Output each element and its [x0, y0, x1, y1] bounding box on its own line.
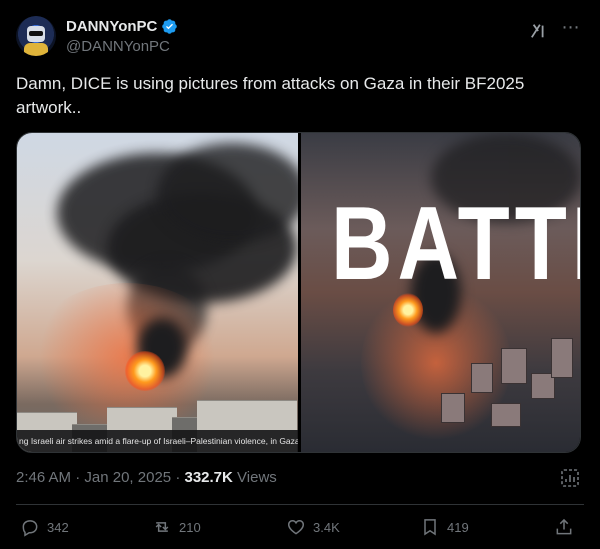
like-button[interactable]: 3.4K — [286, 517, 340, 537]
bookmark-icon — [424, 519, 436, 536]
like-count: 3.4K — [313, 519, 340, 535]
analytics-icon[interactable] — [560, 468, 580, 488]
tweet-meta: 2:46 AM · Jan 20, 2025 · 332.7K Views — [16, 468, 277, 488]
avatar[interactable] — [16, 16, 56, 56]
author-names: DANNYonPC @DANNYonPC — [66, 17, 178, 57]
share-icon — [556, 518, 572, 535]
views-label: Views — [237, 469, 277, 486]
verified-badge-icon — [162, 19, 178, 34]
divider — [16, 504, 584, 505]
share-button[interactable] — [554, 517, 574, 537]
display-name-text[interactable]: DANNYonPC — [66, 17, 157, 36]
tweet-header: DANNYonPC @DANNYonPC ⋯ — [16, 16, 584, 60]
media-photo-gaza-strike[interactable]: ng Israeli air strikes amid a flare-up o… — [17, 133, 298, 452]
views-count: 332.7K — [184, 469, 233, 486]
repost-count: 210 — [179, 519, 201, 535]
grok-icon[interactable] — [530, 22, 548, 40]
bookmark-button[interactable]: 419 — [420, 517, 469, 537]
repost-button[interactable]: 210 — [152, 517, 201, 537]
tweet-media[interactable]: ng Israeli air strikes amid a flare-up o… — [16, 132, 581, 453]
artwork-title-text: BATTL — [331, 186, 580, 302]
tweet-date[interactable]: Jan 20, 2025 — [84, 469, 171, 486]
photo-caption: ng Israeli air strikes amid a flare-up o… — [17, 430, 298, 452]
more-options-icon[interactable]: ⋯ — [560, 18, 582, 40]
reply-icon — [22, 520, 38, 537]
heart-icon — [287, 519, 305, 535]
tweet-text: Damn, DICE is using pictures from attack… — [16, 74, 525, 117]
action-bar: 342 210 3.4K 419 — [16, 517, 584, 541]
reply-count: 342 — [47, 519, 69, 535]
tweet-time[interactable]: 2:46 AM — [16, 469, 71, 486]
author-display-name[interactable]: DANNYonPC — [66, 17, 178, 36]
repost-icon — [155, 522, 169, 532]
reply-button[interactable]: 342 — [20, 517, 69, 537]
media-photo-battlefield-artwork[interactable]: BATTL — [301, 133, 580, 452]
author-handle[interactable]: @DANNYonPC — [66, 37, 178, 57]
bookmark-count: 419 — [447, 519, 469, 535]
